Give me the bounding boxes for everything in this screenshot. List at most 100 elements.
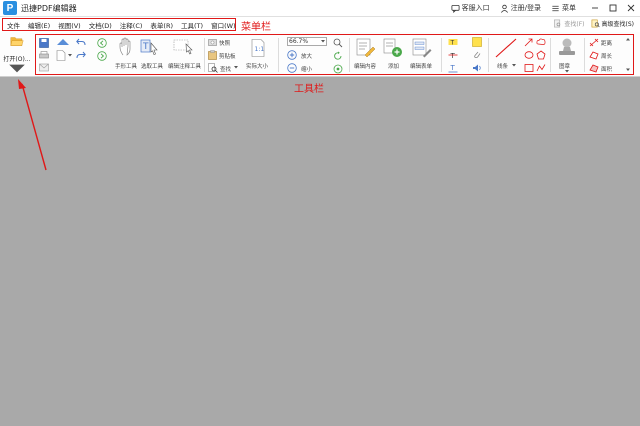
- toolbar: 打开(O)... 手形工具 T 选取工具 编辑注释工具 快照 剪贴板 查找 1:…: [0, 32, 640, 77]
- attachment-icon[interactable]: [472, 50, 482, 60]
- zoom-in-label[interactable]: 放大: [301, 52, 312, 60]
- menu-bar-highlight: 文件 编辑(E) 视图(V) 文档(D) 注释(C) 表单(R) 工具(T) 窗…: [2, 18, 236, 31]
- text-select-icon[interactable]: T: [140, 38, 160, 58]
- advanced-find-button[interactable]: 高级查找(S): [591, 19, 635, 28]
- minimize-button[interactable]: [586, 0, 604, 17]
- underline-text-icon[interactable]: T: [448, 63, 458, 73]
- perimeter-label[interactable]: 周长: [601, 52, 612, 60]
- app-logo: P: [3, 1, 17, 15]
- chevron-down-icon[interactable]: [68, 54, 72, 57]
- svg-text:T: T: [142, 42, 149, 52]
- polygon-shape-icon[interactable]: [536, 50, 546, 60]
- menu-comment[interactable]: 注释(C): [116, 20, 147, 30]
- edit-form-label: 编辑表单: [410, 64, 433, 70]
- actual-size-icon[interactable]: 1:1: [251, 39, 265, 57]
- rotate-icon[interactable]: [333, 51, 343, 61]
- chevron-down-icon[interactable]: [626, 68, 630, 72]
- hand-tool-label: 手形工具: [115, 64, 138, 70]
- toolbar-annotation: 工具栏: [294, 84, 324, 95]
- line-icon[interactable]: [494, 37, 518, 59]
- find-button[interactable]: 查找(F): [553, 19, 585, 28]
- menu-bar: 文件 编辑(E) 视图(V) 文档(D) 注释(C) 表单(R) 工具(T) 窗…: [0, 17, 640, 33]
- undo-icon[interactable]: [76, 38, 86, 46]
- svg-text:T: T: [450, 40, 455, 47]
- chevron-down-icon: [9, 64, 25, 72]
- minimize-icon: [592, 7, 598, 9]
- edit-form-icon[interactable]: [412, 38, 432, 58]
- camera-icon[interactable]: [208, 38, 217, 46]
- back-arrow-icon[interactable]: [97, 38, 107, 48]
- login-link[interactable]: 注册/登录: [500, 3, 541, 13]
- find-label: 查找(F): [564, 21, 585, 28]
- sticky-note-icon[interactable]: [472, 37, 482, 47]
- close-icon: [627, 4, 635, 12]
- save-icon[interactable]: [39, 38, 49, 48]
- zoom-out-label[interactable]: 缩小: [301, 65, 312, 73]
- new-document-icon[interactable]: [56, 50, 66, 61]
- fit-page-icon[interactable]: [333, 64, 343, 74]
- zoom-select[interactable]: 66.7%: [287, 37, 327, 46]
- menu-window[interactable]: 窗口(W): [207, 20, 240, 30]
- clipboard-icon[interactable]: [208, 50, 217, 60]
- email-icon[interactable]: [39, 63, 49, 72]
- stamp-label: 图章: [559, 64, 571, 70]
- print-icon[interactable]: [39, 51, 49, 60]
- menu-document[interactable]: 文档(D): [85, 20, 116, 30]
- customer-service-label: 客服入口: [461, 4, 490, 12]
- highlight-text-icon[interactable]: T: [448, 37, 458, 47]
- edit-content-icon[interactable]: [356, 38, 376, 58]
- open-file-button[interactable]: 打开(O)...: [2, 35, 32, 75]
- distance-icon[interactable]: [589, 38, 599, 47]
- sound-icon[interactable]: [472, 63, 482, 73]
- maximize-button[interactable]: [604, 0, 622, 17]
- document-workspace[interactable]: [0, 77, 640, 426]
- add-label: 添加: [388, 64, 400, 70]
- perimeter-icon[interactable]: [589, 51, 599, 60]
- snapshot-label[interactable]: 快照: [219, 39, 230, 47]
- area-icon[interactable]: [589, 64, 599, 73]
- chevron-down-icon[interactable]: [512, 64, 516, 67]
- menu-tools[interactable]: 工具(T): [177, 20, 207, 30]
- area-label[interactable]: 面积: [601, 65, 612, 73]
- ellipse-shape-icon[interactable]: [524, 50, 534, 60]
- zoom-in-icon[interactable]: [287, 50, 297, 60]
- select-tool-label: 选取工具: [141, 64, 164, 70]
- cloud-shape-icon[interactable]: [536, 37, 546, 47]
- advanced-find-label: 高级查找(S): [601, 21, 635, 28]
- zoom-out-icon[interactable]: [287, 63, 297, 73]
- redo-icon[interactable]: [76, 51, 86, 59]
- open-file-label: 打开(O)...: [3, 55, 31, 63]
- arrow-shape-icon[interactable]: [524, 37, 534, 47]
- chevron-down-icon[interactable]: [234, 66, 238, 69]
- advanced-search-icon: [591, 19, 600, 28]
- lines-label: 线条: [497, 64, 509, 70]
- forward-arrow-icon[interactable]: [97, 51, 107, 61]
- stamp-icon[interactable]: [556, 37, 578, 59]
- main-menu-button[interactable]: 菜单: [551, 3, 576, 13]
- scan-icon[interactable]: [56, 37, 70, 46]
- find-tool-label[interactable]: 查找: [220, 65, 231, 73]
- document-search-icon: [554, 19, 561, 28]
- strikeout-text-icon[interactable]: T: [448, 50, 458, 60]
- polyline-shape-icon[interactable]: [536, 63, 546, 73]
- svg-text:T: T: [450, 52, 456, 60]
- edit-annotation-icon[interactable]: [173, 38, 195, 56]
- chevron-up-icon[interactable]: [626, 37, 630, 41]
- close-button[interactable]: [622, 0, 640, 17]
- actual-size-label: 实际大小: [246, 64, 269, 70]
- menu-edit[interactable]: 编辑(E): [24, 20, 54, 30]
- customer-service-link[interactable]: 客服入口: [451, 3, 490, 13]
- clipboard-label[interactable]: 剪贴板: [219, 52, 236, 60]
- menu-file[interactable]: 文件: [3, 20, 24, 30]
- chevron-down-icon[interactable]: [565, 70, 569, 73]
- login-label: 注册/登录: [510, 4, 541, 12]
- find-icon[interactable]: [208, 63, 218, 73]
- rectangle-shape-icon[interactable]: [524, 63, 534, 73]
- menu-view[interactable]: 视图(V): [54, 20, 85, 30]
- distance-label[interactable]: 距离: [601, 39, 612, 47]
- magnifier-icon[interactable]: [333, 38, 343, 48]
- add-icon[interactable]: [383, 38, 403, 58]
- toolbar-highlight: 手形工具 T 选取工具 编辑注释工具 快照 剪贴板 查找 1:1 实际大小 66…: [35, 34, 634, 75]
- menu-form[interactable]: 表单(R): [146, 20, 177, 30]
- hand-icon[interactable]: [118, 37, 136, 57]
